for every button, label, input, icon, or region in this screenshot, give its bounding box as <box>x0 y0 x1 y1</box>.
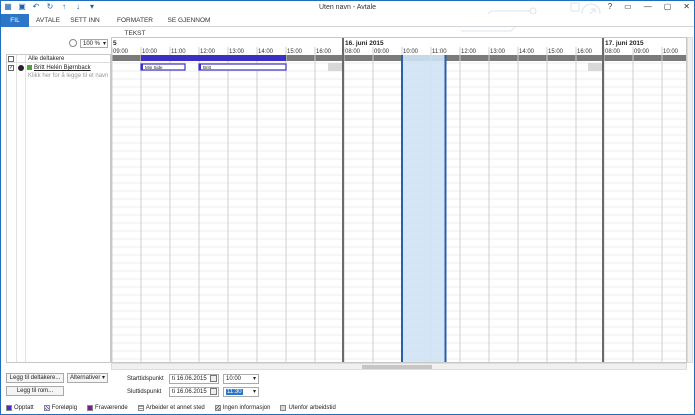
no-info-swatch-icon <box>214 405 221 411</box>
icon-column-divider <box>25 55 26 362</box>
summary-bar <box>604 55 686 61</box>
add-attendees-button[interactable]: Legg til deltakere... <box>6 373 64 383</box>
end-time-label: Sluttidspunkt <box>127 389 162 395</box>
start-time-label: Starttidspunkt <box>127 376 164 382</box>
legend-out-of-office: Fraværende <box>87 404 128 412</box>
horizontal-scroll-thumb[interactable] <box>362 365 432 369</box>
outside-hours-block <box>328 63 342 71</box>
outside-hours-block <box>588 63 602 71</box>
attendee-row[interactable]: ✓ Britt Helén Bjørnback <box>7 64 110 72</box>
hour-label: 12:00 <box>200 49 216 55</box>
outside-hours-swatch-icon <box>280 405 287 411</box>
busy-block <box>198 63 287 71</box>
all-attendees-label: Alle deltakere <box>28 56 65 62</box>
legend-outside-hours: Utenfor arbeidstid <box>280 404 336 412</box>
attendee-checkbox[interactable]: ✓ <box>8 65 14 71</box>
appointment-window: ▦ ▣ ↶ ↻ ↑ ↓ ▾ Uten navn - Avtale ? ▭ — ▢… <box>0 0 695 415</box>
hour-label: 11:00 <box>432 49 447 55</box>
scheduling-grid[interactable]: 5 09:00 10:00 11:00 12:00 13:00 14:00 15:00 16:0… <box>111 37 687 363</box>
start-time-field[interactable]: 10:00 ▾ <box>223 374 259 384</box>
hour-label: 16:00 <box>316 49 332 55</box>
legend-busy: Opptatt <box>6 404 34 412</box>
restore-button[interactable]: ▢ <box>664 2 672 11</box>
busy-swatch-icon <box>6 405 12 411</box>
attendee-name[interactable]: Britt Helén Bjørnback <box>34 64 91 72</box>
hour-label: 10:00 <box>403 49 419 55</box>
organizer-icon <box>18 65 24 71</box>
end-time-chevron-icon[interactable]: ▾ <box>253 388 256 397</box>
hour-label: 12:00 <box>461 49 477 55</box>
hour-label: 11:00 <box>171 49 186 55</box>
summary-busy-bar <box>141 55 286 61</box>
hour-label: 14:00 <box>519 49 535 55</box>
day-label: 17. juni 2015 <box>605 40 644 47</box>
hour-label: 08:00 <box>605 49 621 55</box>
day-label: 16. juni 2015 <box>345 40 384 47</box>
legend-outside-hours-label: Utenfor arbeidstid <box>288 405 336 411</box>
end-calendar-icon[interactable] <box>210 388 217 395</box>
add-room-button[interactable]: Legg til rom... <box>6 386 64 396</box>
hour-label: 09:00 <box>113 49 129 55</box>
hour-label: 09:00 <box>634 49 650 55</box>
all-attendees-checkbox-icon[interactable] <box>8 56 14 62</box>
hour-label: 10:00 <box>142 49 158 55</box>
meeting-time-selection <box>402 55 446 362</box>
hour-label: 14:00 <box>258 49 274 55</box>
legend-out-of-office-label: Fraværende <box>95 405 128 411</box>
tab-format-text[interactable]: FORMATER TEKST <box>107 14 163 37</box>
legend-working-elsewhere: Arbeider et annet sted <box>137 404 205 412</box>
tab-file[interactable]: FIL <box>1 14 29 27</box>
legend-busy-label: Opptatt <box>14 405 34 411</box>
hour-label: 10:00 <box>663 49 679 55</box>
close-button[interactable]: ✕ <box>683 2 690 11</box>
end-time-field[interactable]: 11:30 ▾ <box>223 387 259 397</box>
hour-label: 15:00 <box>287 49 303 55</box>
add-name-row[interactable]: Klikk her for å legge til et navn <box>7 72 110 80</box>
add-name-hint[interactable]: Klikk her for å legge til et navn <box>28 72 108 80</box>
minimize-button[interactable]: — <box>644 2 652 11</box>
zoom-select[interactable]: 100 % <box>80 39 108 48</box>
attendee-list: Alle deltakere ✓ Britt Helén Bjørnback K… <box>6 54 111 363</box>
options-label: Alternativer <box>69 375 101 381</box>
hour-label: 13:00 <box>229 49 245 55</box>
checkbox-column-divider <box>16 55 17 362</box>
zoom-icon <box>69 39 77 47</box>
working-elsewhere-swatch-icon <box>137 405 144 411</box>
hour-label: 16:00 <box>577 49 593 55</box>
out-of-office-swatch-icon <box>87 405 94 411</box>
busy-block-label: Britt <box>203 65 212 70</box>
day-label: 5 <box>113 40 117 47</box>
vertical-scrollbar[interactable] <box>687 37 693 363</box>
start-time-chevron-icon[interactable]: ▾ <box>253 375 256 384</box>
busy-block-marker <box>199 64 201 70</box>
start-calendar-icon[interactable] <box>210 375 217 382</box>
hour-label: 13:00 <box>490 49 506 55</box>
hour-label: 15:00 <box>548 49 564 55</box>
tab-appointment[interactable]: AVTALE <box>33 14 63 27</box>
hour-label: 08:00 <box>345 49 361 55</box>
legend-working-elsewhere-label: Arbeider et annet sted <box>145 405 205 411</box>
window-controls: ? ▭ — ▢ ✕ <box>608 2 690 11</box>
hour-label: 09:00 <box>374 49 390 55</box>
summary-bar <box>344 55 602 61</box>
all-attendees-row: Alle deltakere <box>7 55 110 63</box>
legend-no-info-label: Ingen informasjon <box>222 405 271 411</box>
availability-legend: Opptatt Foreløpig Fraværende Arbeider et… <box>6 404 346 412</box>
options-dropdown[interactable]: Alternativer ▾ <box>67 373 108 383</box>
ribbon-tabs: FIL AVTALE SETT INN FORMATER TEKST SE GJ… <box>1 14 694 37</box>
tab-review[interactable]: SE GJENNOM <box>167 14 211 27</box>
busy-block-label: Min Side <box>145 65 163 70</box>
start-time-value: 10:00 <box>226 376 242 382</box>
busy-block-marker <box>141 64 143 70</box>
legend-no-info: Ingen informasjon <box>214 404 271 412</box>
legend-tentative-label: Foreløpig <box>51 405 78 411</box>
tentative-swatch-icon <box>43 405 50 411</box>
end-time-value: 11:30 <box>226 389 243 395</box>
tab-insert[interactable]: SETT INN <box>68 14 102 27</box>
horizontal-scrollbar[interactable] <box>111 363 687 370</box>
ribbon-display-icon[interactable]: ▭ <box>624 2 632 11</box>
presence-icon <box>27 65 32 70</box>
scheduling-grid-svg[interactable]: 5 09:00 10:00 11:00 12:00 13:00 14:00 15:00 16:0… <box>112 38 687 363</box>
legend-tentative: Foreløpig <box>43 404 78 412</box>
